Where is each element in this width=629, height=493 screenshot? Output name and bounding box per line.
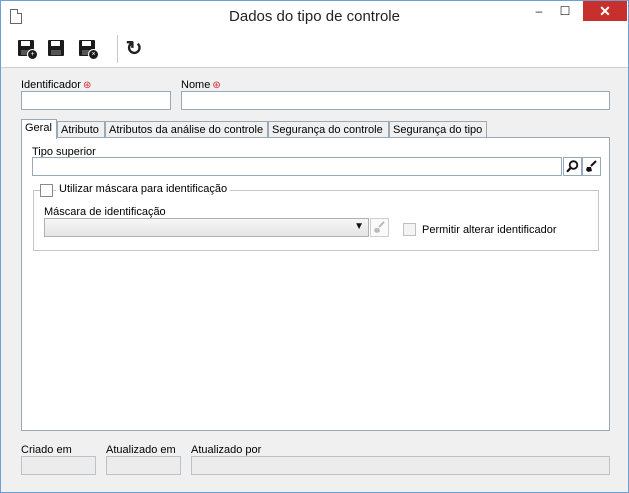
mascara-select[interactable]: ▼ [44,218,369,237]
eraser-icon [586,160,597,172]
save-and-new-button[interactable]: + [16,38,38,60]
search-icon [566,160,579,173]
tab-geral[interactable]: Geral [21,119,57,139]
close-button[interactable]: ✕ [583,1,627,21]
edit-mascara-button[interactable] [370,218,389,237]
identificador-input[interactable] [21,91,171,110]
criado-em-field [21,456,96,475]
utilizar-mascara-label: Utilizar máscara para identificação [56,183,231,195]
eraser-icon [374,221,385,233]
dropdown-arrow-icon: ▼ [354,221,364,232]
required-icon: ⊛ [82,80,92,91]
required-icon: ⊛ [212,80,221,91]
floppy-icon [48,40,64,56]
clear-tipo-superior-button[interactable] [582,157,601,176]
tab-seguranca-tipo[interactable]: Segurança do tipo [389,121,487,138]
tab-seguranca-controle[interactable]: Segurança do controle [268,121,389,138]
toolbar-separator [117,35,118,63]
atualizado-por-field [191,456,610,475]
tipo-superior-input[interactable] [32,157,562,176]
title-bar[interactable]: Dados do tipo de controle – ☐ ✕ [1,1,628,31]
permitir-alterar-label: Permitir alterar identificador [422,224,557,236]
utilizar-mascara-checkbox[interactable] [40,184,53,197]
refresh-icon[interactable]: ↻ [123,38,145,60]
toolbar: + × ↻ [1,31,628,68]
save-and-close-button[interactable]: × [77,38,99,60]
identificador-label: Identificador ⊛ [21,79,92,91]
mascara-groupbox: Utilizar máscara para identificação Másc… [33,183,599,251]
criado-em-label: Criado em [21,444,72,456]
dialog-window: Dados do tipo de controle – ☐ ✕ + × ↻ Id… [0,0,629,493]
save-button[interactable] [46,38,68,60]
mascara-label: Máscara de identificação [44,206,166,218]
nome-label: Nome ⊛ [181,79,221,91]
atualizado-em-field [106,456,181,475]
tab-atributo[interactable]: Atributo [57,121,105,138]
atualizado-por-label: Atualizado por [191,444,262,456]
form-area: Identificador ⊛ Nome ⊛ Geral Atributo Atri… [1,68,628,492]
minimize-button[interactable]: – [526,1,552,21]
tab-atributos-analise[interactable]: Atributos da análise do controle [105,121,268,138]
permitir-alterar-checkbox[interactable] [403,223,416,236]
search-button[interactable] [563,157,582,176]
atualizado-em-label: Atualizado em [106,444,176,456]
nome-input[interactable] [181,91,610,110]
maximize-button[interactable]: ☐ [552,1,578,21]
tab-panel-geral: Tipo superior Utilizar máscara para iden… [21,137,610,431]
